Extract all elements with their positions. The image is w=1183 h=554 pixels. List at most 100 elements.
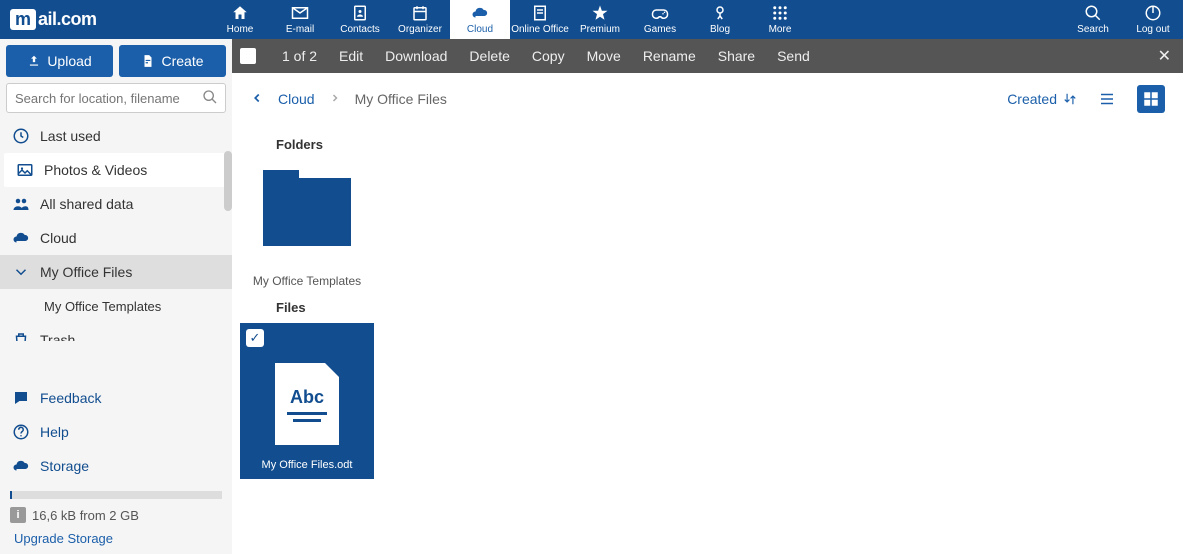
select-all-checkbox[interactable] [240,48,256,64]
nav-contacts[interactable]: Contacts [330,0,390,39]
sidebar-item-last-used[interactable]: Last used [0,119,232,153]
action-delete[interactable]: Delete [469,48,509,64]
nav-label: E-mail [286,24,314,35]
sidebar-item-label: Last used [40,128,101,144]
sidebar-item-label: Cloud [40,230,77,246]
sidebar-item-label: Trash [40,332,75,341]
sort-button[interactable]: Created [1007,91,1077,107]
sort-icon [1063,92,1077,106]
sidebar-item-label: My Office Templates [44,299,161,314]
logo[interactable]: m ail.com [0,9,210,30]
chat-icon [12,389,30,407]
create-button[interactable]: Create [119,45,226,77]
nav-search[interactable]: Search [1063,0,1123,39]
e-mail-icon [291,4,309,22]
back-button[interactable] [250,91,264,108]
search-input[interactable] [6,83,226,113]
sidebar-item-label: My Office Files [40,264,132,280]
storage-bar [10,491,222,499]
sort-label: Created [1007,91,1057,107]
left-pane: Upload Create Last used Photos & Videos Al… [0,39,232,554]
nav-label: Organizer [398,24,442,35]
folder-tile[interactable]: My Office Templates [240,160,374,288]
action-download[interactable]: Download [385,48,447,64]
nav-label: Log out [1136,24,1169,35]
nav-label: Contacts [340,24,379,35]
close-icon[interactable]: ✕ [1158,46,1171,66]
action-move[interactable]: Move [587,48,621,64]
home-icon [231,4,249,22]
link-feedback[interactable]: Feedback [0,381,232,415]
action-share[interactable]: Share [718,48,755,64]
upload-button[interactable]: Upload [6,45,113,77]
sidebar-item-my-office-files[interactable]: My Office Files [0,255,232,289]
upload-icon [27,54,41,68]
link-help[interactable]: Help [0,415,232,449]
upgrade-storage-link[interactable]: Upgrade Storage [0,523,232,554]
breadcrumb-root[interactable]: Cloud [278,91,315,107]
sidebar-item-trash[interactable]: Trash [0,323,232,341]
logo-mark: m [10,9,36,30]
file-checkbox[interactable]: ✓ [246,329,264,347]
breadcrumb-current: My Office Files [355,91,447,107]
action-edit[interactable]: Edit [339,48,363,64]
document-icon: Abc [275,363,339,445]
nav-label: Online Office [511,24,569,35]
scrollbar[interactable] [224,151,232,211]
folder-name: My Office Templates [240,274,374,288]
photo-icon [16,161,34,179]
nav-more[interactable]: More [750,0,810,39]
action-send[interactable]: Send [777,48,810,64]
create-icon [141,54,155,68]
trash-icon [12,331,30,341]
contacts-icon [351,4,369,22]
link-label: Storage [40,458,89,474]
files-heading: Files [232,288,1183,323]
nav-online-office[interactable]: Online Office [510,0,570,39]
info-icon[interactable]: i [10,507,26,523]
action-bar: 1 of 2 Edit Download Delete Copy Move Rename S… [232,39,1183,73]
selection-count: 1 of 2 [282,48,317,64]
games-icon [651,4,669,22]
link-label: Feedback [40,390,101,406]
logo-text: ail.com [38,9,97,30]
cloud-icon [12,229,30,247]
nav-items: Home E-mail Contacts Organizer Cloud Online O… [210,0,810,39]
nav-cloud[interactable]: Cloud [450,0,510,39]
chevron-right-icon [329,91,341,107]
main-content: Cloud My Office Files Created Folders My… [232,73,1183,554]
nav-games[interactable]: Games [630,0,690,39]
list-icon [1098,90,1116,108]
list-view-button[interactable] [1093,85,1121,113]
nav-label: Games [644,24,676,35]
cloud-icon [12,457,30,475]
sidebar-item-cloud[interactable]: Cloud [0,221,232,255]
search-icon[interactable] [202,89,218,110]
nav-label: Premium [580,24,620,35]
create-label: Create [161,53,203,69]
grid-view-button[interactable] [1137,85,1165,113]
nav-organizer[interactable]: Organizer [390,0,450,39]
link-storage[interactable]: Storage [0,449,232,483]
upload-label: Upload [47,53,91,69]
nav-blog[interactable]: Blog [690,0,750,39]
nav-label: Blog [710,24,730,35]
action-copy[interactable]: Copy [532,48,565,64]
nav-label: Cloud [467,24,493,35]
nav-premium[interactable]: Premium [570,0,630,39]
nav-e-mail[interactable]: E-mail [270,0,330,39]
nav-home[interactable]: Home [210,0,270,39]
folder-icon [263,178,351,246]
chev-icon [12,263,30,281]
sidebar-item-label: Photos & Videos [44,162,147,178]
top-nav: m ail.com Home E-mail Contacts Organizer Clo… [0,0,1183,39]
online-office-icon [531,4,549,22]
clock-icon [12,127,30,145]
nav-log-out[interactable]: Log out [1123,0,1183,39]
action-rename[interactable]: Rename [643,48,696,64]
sidebar-item-photos-&-videos[interactable]: Photos & Videos [4,153,228,187]
sidebar-item-all-shared-data[interactable]: All shared data [0,187,232,221]
sidebar-item-my-office-templates[interactable]: My Office Templates [0,289,232,323]
file-tile[interactable]: ✓AbcMy Office Files.odt [240,323,374,479]
nav-label: Home [227,24,254,35]
